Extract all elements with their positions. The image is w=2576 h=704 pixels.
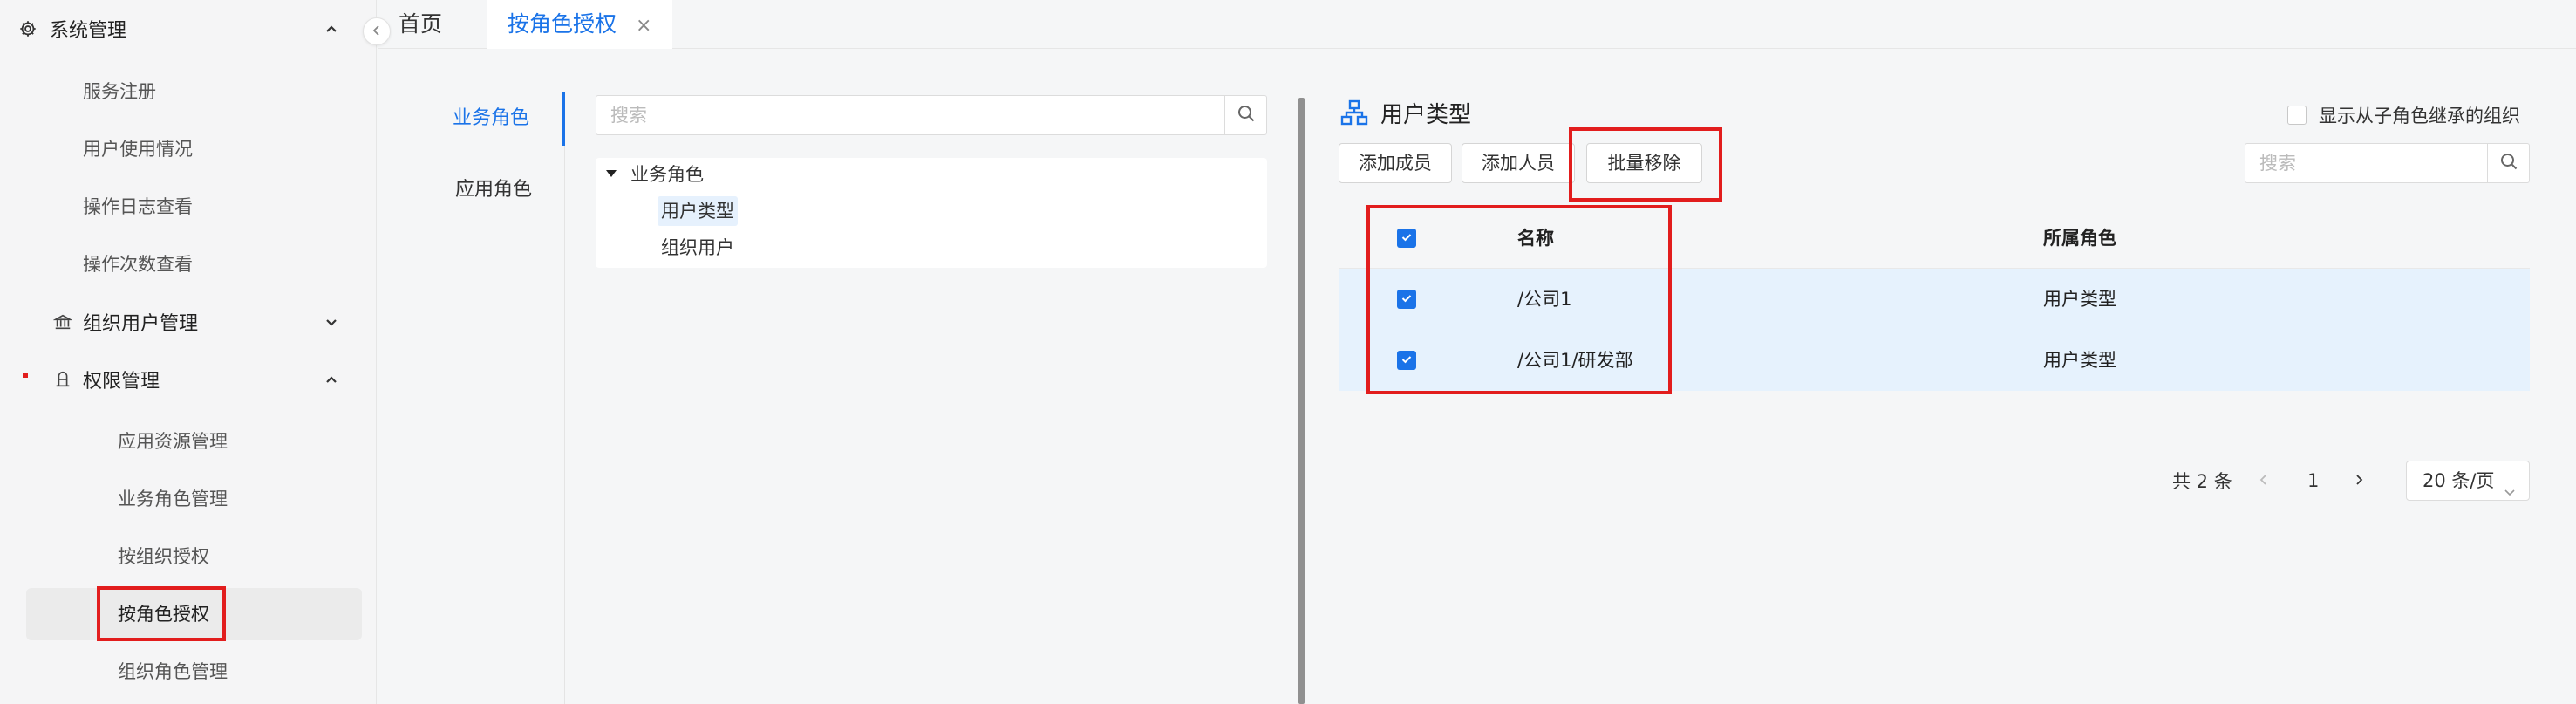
org-tree-icon	[1340, 99, 1368, 126]
sidebar-item-org-auth[interactable]: 按组织授权	[118, 530, 209, 583]
page-size-value: 20 条/页	[2423, 470, 2495, 491]
tab-app-role[interactable]: 应用角色	[404, 163, 565, 217]
sidebar-item-org-role[interactable]: 组织角色管理	[118, 646, 228, 698]
member-search-box	[2245, 143, 2530, 183]
menu-group-system[interactable]: 系统管理	[0, 0, 377, 58]
table-row[interactable]: /公司1 用户类型	[1339, 269, 2530, 330]
pager-current-page[interactable]: 1	[2307, 461, 2319, 501]
close-icon[interactable]: ×	[636, 2, 651, 51]
select-all-checkbox[interactable]	[1397, 229, 1416, 248]
main-content: 业务角色 应用角色 业务角色 用户类型 组织用户 用户类型 显示从子角色继承的组…	[378, 50, 2576, 704]
chevron-left-icon	[371, 24, 383, 40]
check-icon	[1400, 291, 1413, 308]
role-search-input[interactable]	[596, 96, 1216, 134]
chevron-left-icon	[2257, 470, 2271, 491]
caret-down-icon[interactable]	[606, 170, 617, 177]
sidebar-item-operation-log[interactable]: 操作日志查看	[83, 181, 193, 233]
sidebar-collapse-button[interactable]	[363, 17, 391, 45]
row-checkbox[interactable]	[1397, 351, 1416, 370]
chevron-up-icon	[323, 371, 340, 388]
cell-name: /公司1/研发部	[1517, 350, 1633, 371]
inherit-checkbox[interactable]: 显示从子角色继承的组织	[2287, 102, 2520, 128]
sidebar-item-role-auth[interactable]: 按角色授权	[26, 588, 362, 640]
column-header-role: 所属角色	[2043, 228, 2116, 249]
batch-remove-button[interactable]: 批量移除	[1586, 143, 1702, 183]
tab-label: 按角色授权	[508, 11, 617, 37]
chevron-up-icon	[323, 20, 340, 38]
checkbox[interactable]	[2287, 106, 2307, 125]
cell-role: 用户类型	[2043, 350, 2116, 371]
tree-node-user-type[interactable]: 用户类型	[658, 196, 738, 226]
table-row[interactable]: /公司1/研发部 用户类型	[1339, 330, 2530, 391]
add-person-button[interactable]: 添加人员	[1462, 143, 1575, 183]
sidebar-item-user-usage[interactable]: 用户使用情况	[83, 123, 193, 175]
chevron-right-icon	[2352, 470, 2366, 491]
tree-node-org-users[interactable]: 组织用户	[661, 233, 734, 263]
pager-total: 共 2 条	[2172, 471, 2232, 492]
search-icon	[1237, 104, 1256, 126]
bank-icon	[52, 311, 73, 332]
check-icon	[1400, 352, 1413, 369]
menu-group-permission[interactable]: 权限管理	[0, 351, 377, 408]
member-search-button[interactable]	[2487, 144, 2529, 182]
role-tree: 业务角色 用户类型 组织用户	[596, 158, 1267, 268]
menu-group-label: 权限管理	[83, 371, 160, 393]
sidebar-item-app-resource[interactable]: 应用资源管理	[118, 415, 228, 468]
menu-group-label: 组织用户管理	[83, 313, 199, 335]
menu-group-label: 系统管理	[50, 20, 127, 42]
page-title: 用户类型	[1380, 101, 1472, 128]
panel-splitter[interactable]	[1298, 98, 1305, 704]
pager-next-button[interactable]	[2352, 461, 2366, 501]
column-header-name: 名称	[1517, 228, 1554, 249]
chevron-down-icon	[2503, 474, 2517, 512]
role-type-tabs: 业务角色 应用角色	[404, 92, 565, 704]
member-search-input[interactable]	[2245, 144, 2481, 182]
tab-role-auth[interactable]: 按角色授权 ×	[487, 0, 673, 51]
cell-name: /公司1	[1517, 289, 1572, 310]
inherit-checkbox-label: 显示从子角色继承的组织	[2319, 106, 2520, 126]
menu-group-org-users[interactable]: 组织用户管理	[0, 293, 377, 351]
tree-node-root[interactable]: 业务角色	[630, 160, 704, 189]
cell-role: 用户类型	[2043, 289, 2116, 310]
gear-icon	[17, 18, 38, 39]
right-panel-title: 用户类型	[1340, 95, 1471, 130]
row-checkbox[interactable]	[1397, 290, 1416, 309]
sidebar-item-service-register[interactable]: 服务注册	[83, 65, 156, 118]
role-search-box	[596, 95, 1267, 135]
tab-bar: 首页 按角色授权 ×	[378, 0, 2576, 49]
user-shield-icon	[52, 369, 73, 390]
tab-business-role[interactable]: 业务角色	[404, 92, 565, 146]
tab-home[interactable]: 首页	[378, 0, 463, 49]
role-search-button[interactable]	[1224, 96, 1266, 134]
table-header: 名称 所属角色	[1339, 208, 2530, 269]
sidebar-item-operation-count[interactable]: 操作次数查看	[83, 238, 193, 290]
sidebar: 系统管理 服务注册 用户使用情况 操作日志查看 操作次数查看 组织用户管理 权限…	[0, 0, 377, 704]
chevron-down-icon	[323, 313, 340, 331]
search-icon	[2499, 152, 2518, 174]
pager-prev-button[interactable]	[2257, 461, 2271, 501]
add-member-button[interactable]: 添加成员	[1339, 143, 1452, 183]
page-size-select[interactable]: 20 条/页	[2406, 461, 2530, 501]
check-icon	[1400, 230, 1413, 247]
sidebar-item-business-role[interactable]: 业务角色管理	[118, 473, 228, 525]
